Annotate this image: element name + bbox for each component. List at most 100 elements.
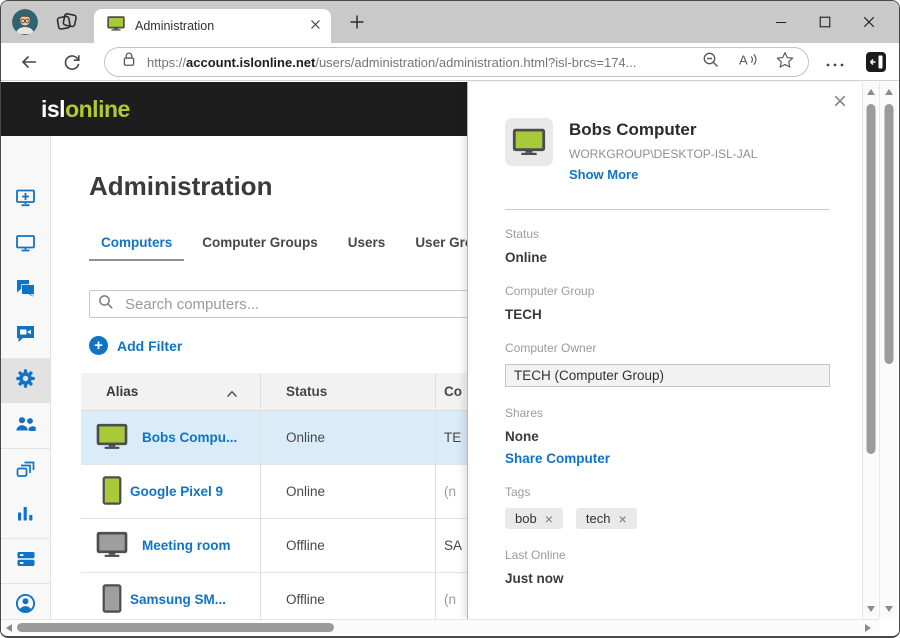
gear-icon — [15, 368, 36, 394]
field-label: Last Online — [505, 548, 833, 562]
sidebar-item-add-computer[interactable] — [1, 178, 50, 223]
minimize-button[interactable] — [759, 1, 803, 43]
sidebar-item-video-call[interactable] — [1, 313, 50, 358]
column-header-alias[interactable]: Alias — [81, 373, 261, 410]
field-tags: Tags bob× tech× — [505, 485, 833, 529]
computer-owner-input[interactable] — [505, 364, 830, 387]
scroll-left-icon[interactable] — [6, 624, 12, 632]
maximize-button[interactable] — [803, 1, 847, 43]
page-vertical-scrollbar[interactable] — [879, 82, 897, 619]
scrollbar-thumb[interactable] — [884, 104, 893, 364]
panel-close-icon[interactable]: × — [833, 90, 847, 114]
content-tabs: Computers Computer Groups Users User Gro… — [89, 231, 509, 261]
field-value: TECH — [505, 307, 833, 322]
refresh-button[interactable] — [62, 52, 82, 72]
url-text[interactable]: https://account.islonline.net/users/admi… — [147, 55, 684, 70]
tab-close-icon[interactable] — [310, 17, 321, 35]
workspaces-icon[interactable] — [55, 11, 79, 38]
sidebar-item-servers[interactable] — [1, 538, 50, 583]
field-label: Computer Owner — [505, 341, 833, 355]
add-filter-label: Add Filter — [117, 338, 182, 354]
video-chat-icon — [15, 324, 36, 348]
show-more-link[interactable]: Show More — [569, 167, 638, 182]
field-value: None — [505, 429, 833, 444]
share-computer-link[interactable]: Share Computer — [505, 451, 833, 466]
tag-chip[interactable]: tech× — [576, 508, 637, 529]
profile-avatar[interactable] — [12, 9, 38, 35]
new-tab-button[interactable] — [347, 12, 367, 32]
sidebar-item-computers[interactable] — [1, 223, 50, 268]
computer-alias-link[interactable]: Bobs Compu... — [142, 430, 237, 445]
scrollbar-thumb[interactable] — [867, 104, 876, 454]
column-header-status[interactable]: Status — [261, 373, 436, 410]
lock-icon[interactable] — [121, 51, 137, 73]
address-bar[interactable]: https://account.islonline.net/users/admi… — [104, 47, 809, 77]
remove-tag-icon[interactable]: × — [618, 512, 626, 526]
computer-alias-link[interactable]: Google Pixel 9 — [130, 484, 223, 499]
back-button[interactable] — [19, 52, 39, 72]
tab-users[interactable]: Users — [336, 231, 398, 261]
panel-divider — [505, 209, 830, 210]
scroll-up-icon[interactable] — [867, 89, 875, 95]
chat-bubbles-icon — [15, 278, 36, 303]
window-controls — [759, 1, 891, 43]
page-title: Administration — [89, 171, 272, 202]
sidebar-toggle-icon[interactable] — [865, 51, 885, 71]
horizontal-scrollbar[interactable] — [1, 619, 879, 634]
browser-titlebar: Administration — [1, 1, 899, 43]
computer-alias-link[interactable]: Samsung SM... — [130, 592, 226, 607]
scroll-up-icon[interactable] — [885, 89, 893, 95]
page-content: islonline — [1, 81, 899, 638]
sidebar-item-sessions[interactable] — [1, 448, 50, 493]
scroll-down-icon[interactable] — [885, 606, 893, 612]
phone-online-icon — [102, 476, 122, 508]
browser-navbar: https://account.islonline.net/users/admi… — [1, 43, 899, 81]
desktop-online-icon — [96, 423, 128, 453]
computer-detail-panel: × Bobs Computer WORKGROUP\DESKTOP-ISL-JA… — [467, 82, 863, 619]
settings-menu-icon[interactable] — [825, 56, 845, 76]
field-label: Computer Group — [505, 284, 833, 298]
tab-computer-groups[interactable]: Computer Groups — [190, 231, 330, 261]
scroll-right-icon[interactable] — [865, 624, 871, 632]
app-sidebar — [1, 136, 51, 619]
account-person-icon — [15, 593, 36, 619]
svg-text:A: A — [739, 53, 748, 68]
panel-vertical-scrollbar[interactable] — [862, 82, 879, 619]
tag-chip[interactable]: bob× — [505, 508, 563, 529]
computer-icon-chip — [505, 118, 553, 166]
field-computer-group: Computer Group TECH — [505, 284, 833, 322]
field-value: Just now — [505, 571, 833, 586]
browser-tab[interactable]: Administration — [94, 9, 331, 43]
close-window-button[interactable] — [847, 1, 891, 43]
sidebar-item-chats[interactable] — [1, 268, 50, 313]
field-status: Status Online — [505, 227, 833, 265]
panel-computer-name: Bobs Computer — [569, 120, 697, 140]
computer-alias-link[interactable]: Meeting room — [142, 538, 231, 553]
field-label: Tags — [505, 485, 833, 499]
field-label: Status — [505, 227, 833, 241]
tab-computers[interactable]: Computers — [89, 231, 184, 261]
panel-computer-hostname: WORKGROUP\DESKTOP-ISL-JAL — [569, 147, 757, 161]
phone-offline-icon — [102, 584, 122, 616]
scroll-down-icon[interactable] — [867, 606, 875, 612]
favorites-star-icon[interactable] — [776, 51, 794, 74]
zoom-out-icon[interactable] — [702, 51, 720, 74]
remove-tag-icon[interactable]: × — [545, 512, 553, 526]
sidebar-item-settings[interactable] — [1, 358, 50, 403]
plus-circle-icon: + — [89, 336, 108, 355]
server-icon — [16, 550, 36, 573]
desktop-offline-icon — [96, 531, 128, 561]
sidebar-item-reports[interactable] — [1, 493, 50, 538]
read-aloud-icon[interactable]: A — [738, 51, 758, 73]
desktop-online-icon — [512, 128, 546, 156]
sidebar-item-users[interactable] — [1, 403, 50, 448]
islonline-logo[interactable]: islonline — [41, 96, 130, 123]
field-value: Online — [505, 250, 833, 265]
scrollbar-thumb[interactable] — [17, 623, 334, 632]
field-computer-owner: Computer Owner — [505, 341, 833, 387]
field-last-online: Last Online Just now — [505, 548, 833, 586]
users-icon — [15, 415, 36, 437]
panel-fields: Status Online Computer Group TECH Comput… — [505, 227, 833, 605]
add-filter-button[interactable]: + Add Filter — [89, 336, 182, 355]
sort-ascending-icon[interactable] — [226, 386, 238, 401]
